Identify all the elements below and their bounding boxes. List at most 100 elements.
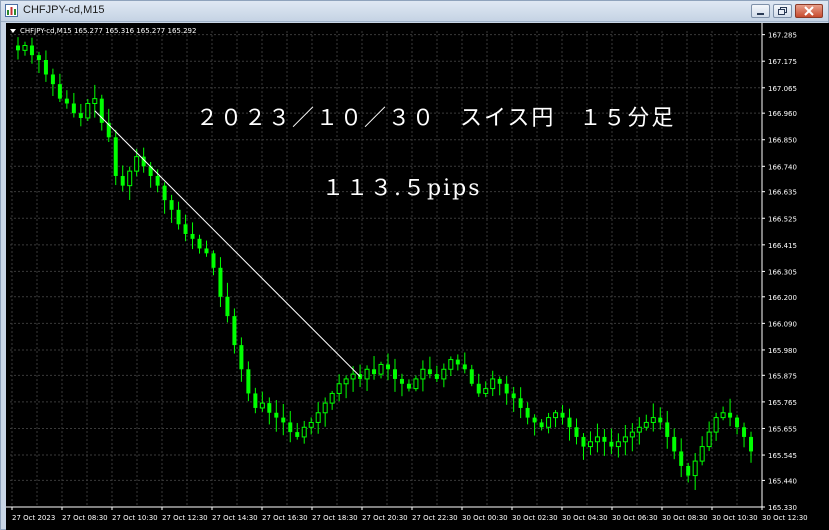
candle-body	[658, 417, 663, 423]
candle-body	[699, 446, 705, 462]
candle-body	[420, 368, 426, 380]
price-tick-label: 167.175	[768, 58, 797, 66]
candle-body	[127, 170, 133, 187]
time-tick-label: 30 Oct 06:30	[612, 514, 658, 522]
candle-body	[288, 422, 293, 433]
candle-body	[155, 175, 160, 186]
candle-body	[629, 431, 635, 438]
close-icon	[804, 6, 814, 16]
price-tick-label: 166.850	[768, 137, 797, 145]
candle-body	[490, 378, 496, 390]
candle-body	[343, 378, 349, 385]
candle-body	[483, 388, 489, 394]
price-tick-label: 167.065	[768, 85, 797, 93]
candle-body	[308, 421, 314, 428]
candle-body	[301, 426, 307, 438]
candle-body	[295, 432, 300, 437]
time-tick-label: 30 Oct 02:30	[512, 514, 558, 522]
candle-body	[476, 383, 481, 394]
price-chart[interactable]: 167.285 167.175 167.065 166.960 166.850 166.7…	[6, 23, 829, 530]
price-axis: 167.285 167.175 167.065 166.960 166.850 166.7…	[761, 23, 797, 512]
candle-body	[574, 427, 579, 437]
candle-body	[378, 363, 384, 375]
candle-body	[441, 368, 447, 380]
time-tick-label: 30 Oct 00:30	[462, 514, 508, 522]
candle-body	[218, 267, 223, 297]
price-tick-label: 166.960	[768, 110, 797, 118]
price-tick-label: 165.440	[768, 477, 797, 485]
window-titlebar[interactable]: CHFJPY-cd,M15	[1, 1, 828, 22]
time-tick-label: 27 Oct 16:30	[262, 514, 308, 522]
candle-body	[546, 417, 552, 428]
restore-icon	[778, 7, 787, 15]
candle-body	[399, 378, 404, 384]
time-tick-label: 30 Oct 08:30	[662, 514, 708, 522]
time-axis: 27 Oct 2023 27 Oct 08:30 27 Oct 10:30 27 Oc…	[6, 506, 808, 522]
time-tick-label: 30 Oct 12:30	[762, 514, 808, 522]
symbol-dropdown-icon[interactable]	[10, 29, 16, 33]
candle-body	[742, 427, 747, 437]
candle-body	[728, 412, 733, 418]
candle-body	[567, 417, 572, 428]
price-tick-label: 166.305	[768, 268, 797, 276]
restore-button[interactable]	[773, 4, 792, 18]
price-tick-label: 167.285	[768, 32, 797, 40]
price-tick-label: 165.655	[768, 425, 797, 433]
candle-body	[22, 44, 28, 51]
candle-body	[197, 238, 202, 249]
candle-body	[29, 45, 34, 56]
candle-body	[497, 378, 502, 384]
minimize-button[interactable]	[751, 4, 770, 18]
candle-body	[364, 368, 370, 380]
candle-body	[615, 441, 621, 448]
candle-body	[406, 383, 411, 389]
candle-body	[386, 364, 390, 370]
candle-body	[232, 316, 237, 346]
candle-body	[650, 417, 656, 423]
candle-body	[211, 253, 216, 268]
time-tick-label: 27 Oct 14:30	[212, 514, 258, 522]
candle-body	[706, 431, 712, 448]
candle-body	[43, 59, 48, 75]
candle-body	[665, 422, 670, 437]
candle-body	[120, 175, 125, 186]
price-tick-label: 166.415	[768, 242, 797, 250]
candle-body	[329, 392, 335, 404]
candle-body	[253, 393, 258, 408]
candle-body	[525, 407, 530, 418]
trend-line[interactable]	[94, 110, 361, 377]
candle-body	[78, 113, 83, 118]
candle-body	[434, 374, 439, 379]
candle-body	[462, 364, 467, 370]
candle-body	[134, 156, 140, 172]
candle-body	[16, 45, 20, 51]
time-tick-label: 27 Oct 10:30	[112, 514, 158, 522]
price-tick-label: 166.200	[768, 294, 797, 302]
candle-body	[504, 383, 509, 394]
time-tick-label: 27 Oct 08:30	[62, 514, 108, 522]
price-tick-label: 165.545	[768, 452, 797, 460]
candle-body	[539, 422, 544, 428]
price-tick-label: 165.765	[768, 399, 797, 407]
candle-body	[204, 248, 209, 254]
candle-body	[581, 436, 586, 447]
candle-body	[350, 373, 356, 380]
candle-body	[322, 402, 328, 414]
chart-canvas[interactable]: 167.285 167.175 167.065 166.960 166.850 166.7…	[6, 23, 829, 530]
candle-body	[720, 412, 726, 419]
candle-body	[169, 200, 174, 210]
candle-body	[587, 441, 593, 448]
candle-body	[469, 369, 474, 384]
candle-body	[413, 378, 419, 390]
candle-body	[749, 436, 754, 452]
candle-body	[427, 369, 432, 375]
candle-body	[274, 412, 279, 418]
candle-body	[50, 74, 55, 85]
candle-body	[190, 233, 195, 239]
candle-body	[315, 412, 321, 423]
candle-body	[713, 417, 719, 433]
candle-body	[672, 436, 677, 452]
candle-body	[92, 98, 98, 104]
candle-body	[692, 460, 698, 477]
close-button[interactable]	[795, 4, 823, 18]
